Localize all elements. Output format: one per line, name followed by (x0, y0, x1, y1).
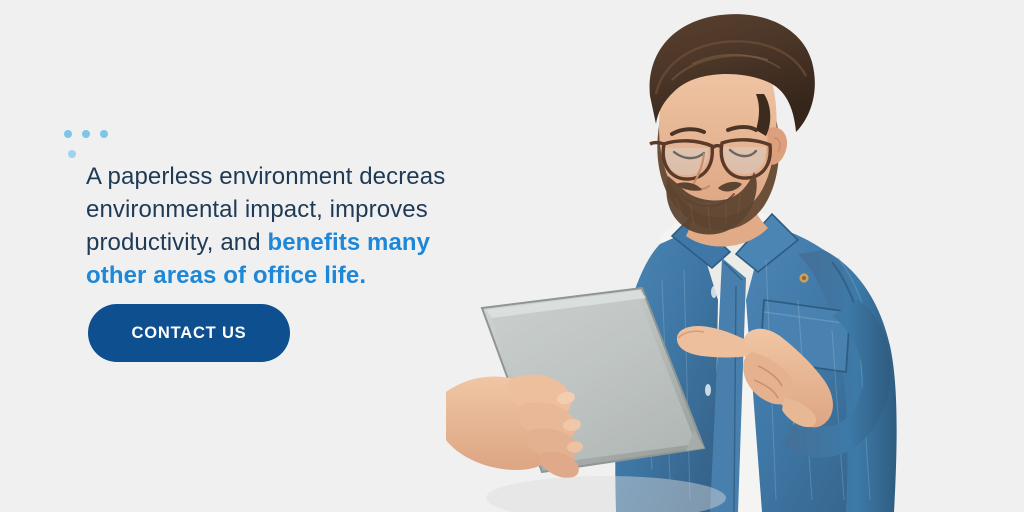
contact-us-button[interactable]: CONTACT US (88, 304, 290, 362)
accent-dot (68, 150, 76, 158)
headline-line-3-highlight: benefits many (267, 229, 431, 256)
headline-text: A paperless environment decreases environ… (86, 160, 486, 292)
headline-line-2: environmental impact, improves (86, 196, 428, 223)
accent-dot (100, 130, 108, 138)
headline-line-4-highlight: other areas of office life. (86, 262, 367, 289)
photo-illustration (446, 0, 1024, 512)
headline-line-3-plain: productivity, and (86, 229, 268, 256)
headline-block: A paperless environment decreases environ… (86, 160, 486, 292)
headline-line-1: A paperless environment decreases (86, 163, 471, 190)
accent-dot (82, 130, 90, 138)
promo-banner: A paperless environment decreases environ… (0, 0, 1024, 512)
accent-dot (64, 130, 72, 138)
man-with-tablet-photo (446, 0, 1024, 512)
